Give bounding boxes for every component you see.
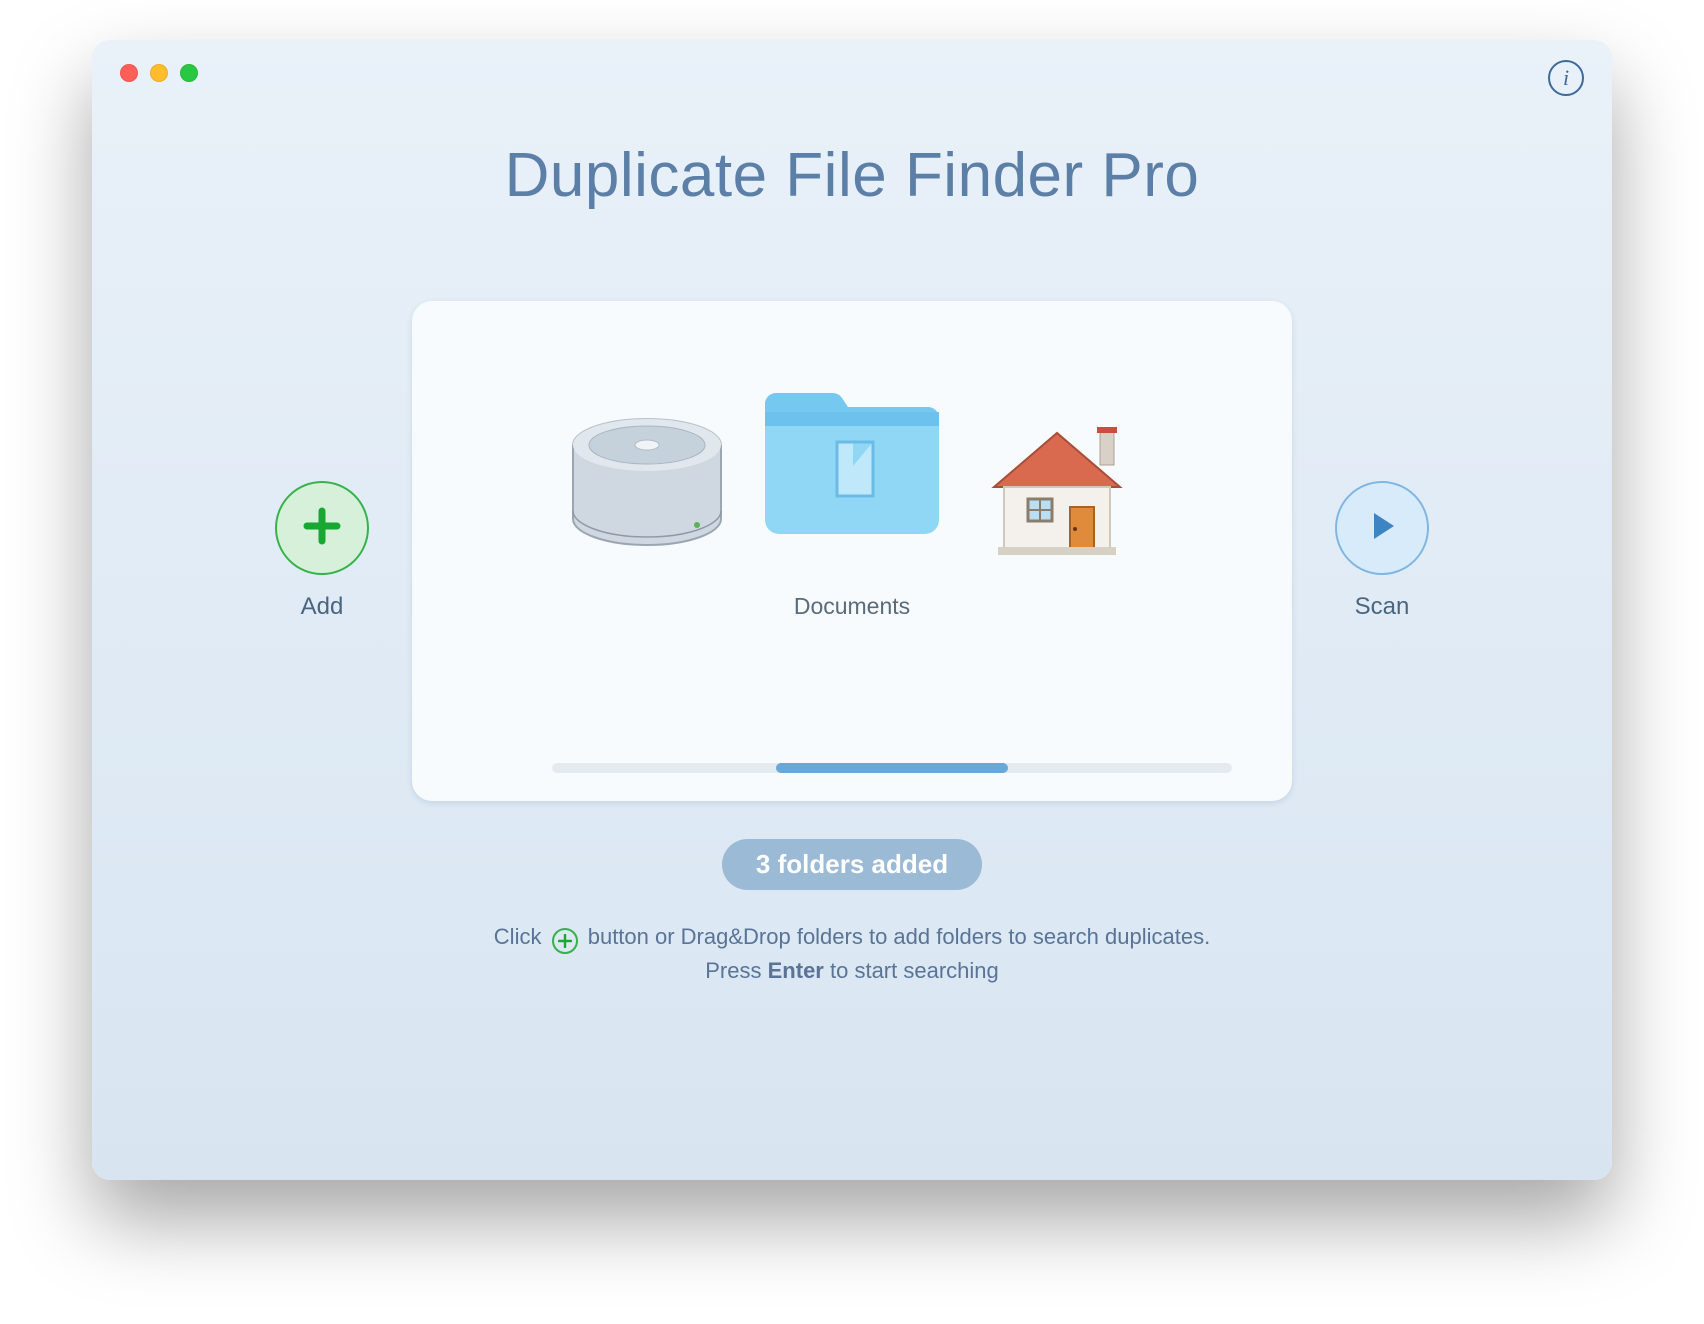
home-icon bbox=[972, 403, 1142, 578]
status-badge: 3 folders added bbox=[722, 839, 982, 890]
info-button[interactable]: i bbox=[1548, 60, 1584, 96]
app-title: Duplicate File Finder Pro bbox=[92, 140, 1612, 211]
folder-item-documents[interactable]: Documents bbox=[752, 361, 952, 620]
hint-line2-pre: Press bbox=[705, 958, 761, 983]
plus-icon bbox=[552, 928, 578, 954]
add-button[interactable] bbox=[275, 481, 369, 575]
scan-button[interactable] bbox=[1335, 481, 1429, 575]
hint-line2-bold: Enter bbox=[768, 958, 824, 983]
add-button-label: Add bbox=[272, 593, 372, 621]
folder-item-home[interactable] bbox=[972, 391, 1152, 591]
folders-scrollbar[interactable] bbox=[552, 763, 1232, 773]
info-icon: i bbox=[1563, 65, 1569, 91]
folder-item-drive[interactable] bbox=[552, 391, 732, 591]
main-row: Add bbox=[92, 301, 1612, 801]
folders-carousel: Documents bbox=[552, 361, 1152, 620]
plus-icon bbox=[301, 505, 343, 552]
window-controls bbox=[120, 64, 198, 82]
hint-line1-post: button or Drag&Drop folders to add folde… bbox=[588, 924, 1210, 949]
hint-line2-post: to start searching bbox=[830, 958, 999, 983]
hard-drive-icon bbox=[562, 403, 732, 578]
hint-line1-pre: Click bbox=[494, 924, 542, 949]
add-button-group: Add bbox=[272, 481, 372, 621]
folders-drop-area[interactable]: Documents bbox=[412, 301, 1292, 801]
hint-text: Click button or Drag&Drop folders to add… bbox=[92, 920, 1612, 987]
scan-button-group: Scan bbox=[1332, 481, 1432, 621]
window-zoom-button[interactable] bbox=[180, 64, 198, 82]
window-close-button[interactable] bbox=[120, 64, 138, 82]
window-minimize-button[interactable] bbox=[150, 64, 168, 82]
scan-button-label: Scan bbox=[1332, 593, 1432, 621]
scrollbar-thumb[interactable] bbox=[776, 763, 1007, 773]
documents-folder-icon bbox=[747, 354, 957, 569]
app-window: i Duplicate File Finder Pro Add bbox=[92, 40, 1612, 1180]
folder-item-label: Documents bbox=[794, 593, 910, 620]
play-icon bbox=[1362, 506, 1402, 551]
